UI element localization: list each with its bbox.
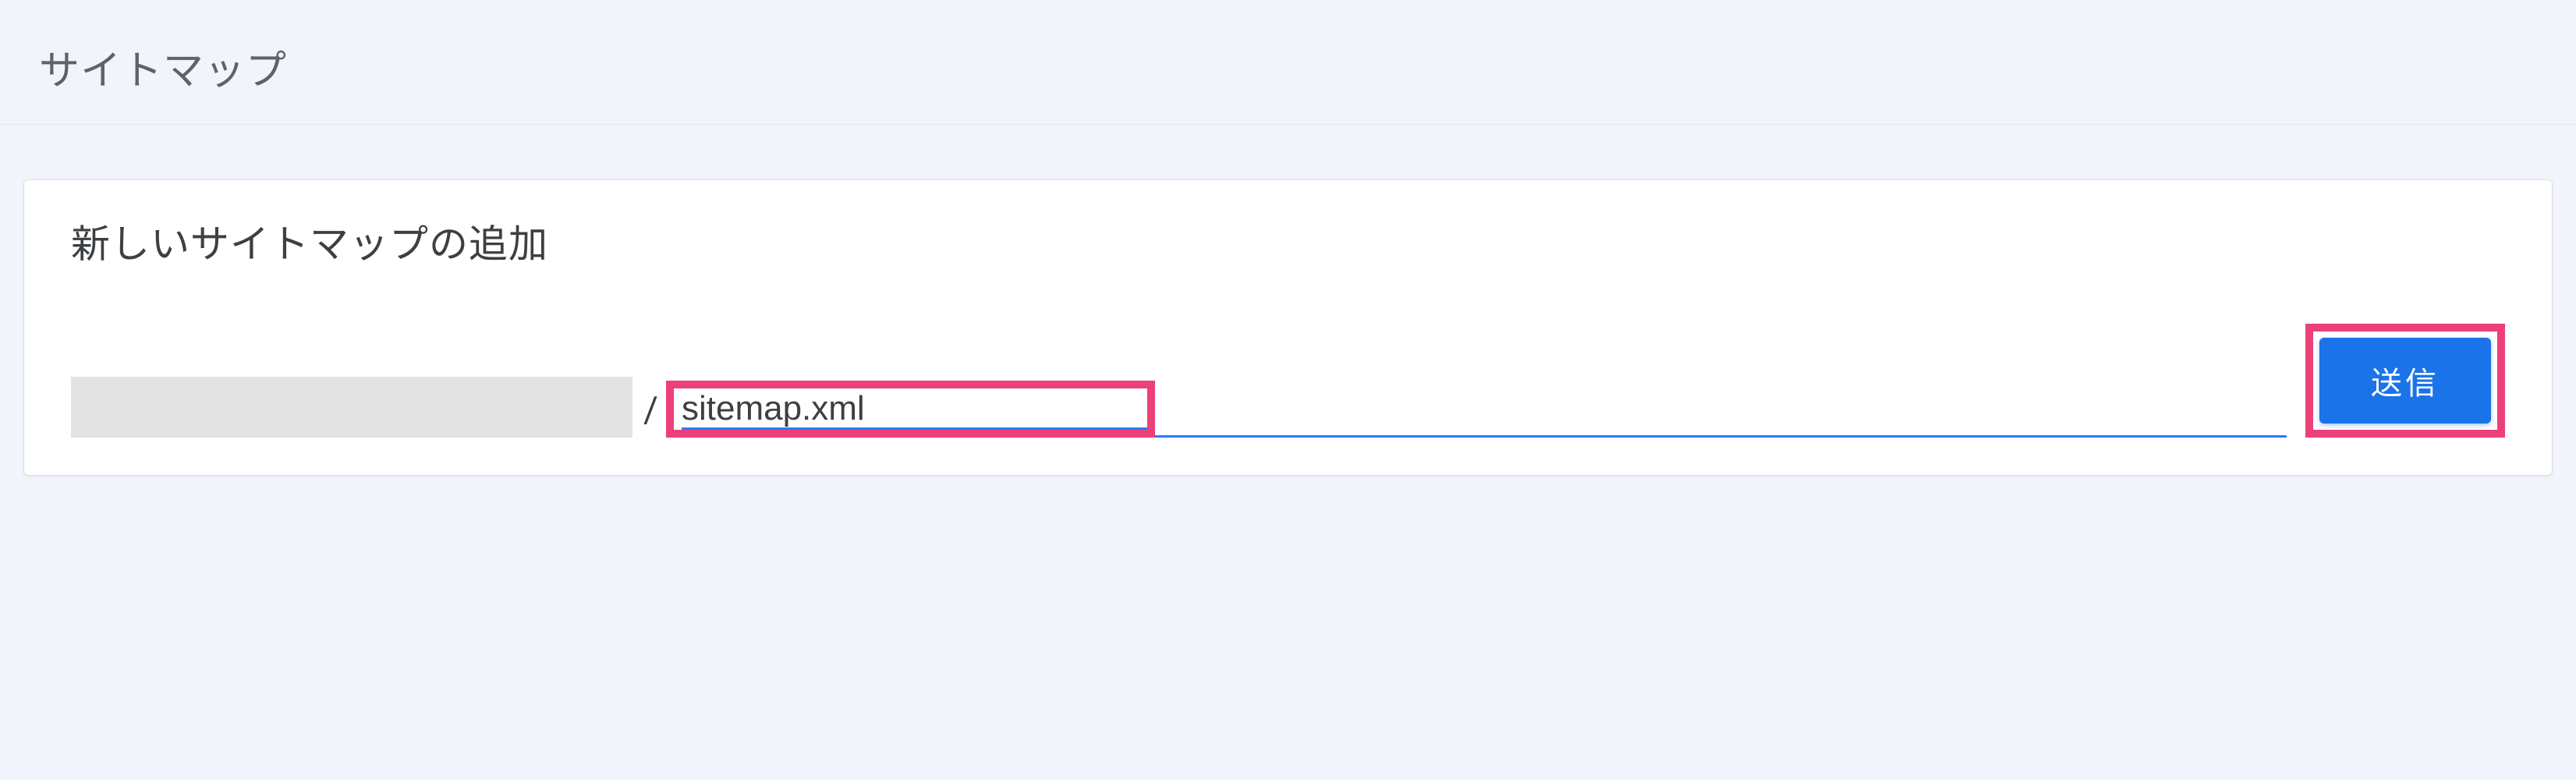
- page-title: サイトマップ: [39, 37, 2537, 96]
- sitemap-url-input[interactable]: [682, 388, 1155, 430]
- slash-separator: /: [643, 389, 658, 431]
- button-highlight-box: 送信: [2305, 324, 2505, 438]
- underline-extension: [1153, 435, 2287, 438]
- sitemap-input-row: / 送信: [71, 324, 2505, 438]
- input-underline: [682, 427, 1147, 430]
- submit-button[interactable]: 送信: [2319, 338, 2491, 424]
- sitemap-input-wrapper: [674, 397, 1172, 426]
- input-line: /: [71, 377, 2287, 438]
- card-title: 新しいサイトマップの追加: [71, 213, 2505, 269]
- add-sitemap-card: 新しいサイトマップの追加 / 送信: [23, 179, 2553, 476]
- page-header: サイトマップ: [0, 0, 2576, 125]
- url-prefix-redacted: [71, 377, 632, 438]
- input-highlight-box: [666, 381, 1155, 438]
